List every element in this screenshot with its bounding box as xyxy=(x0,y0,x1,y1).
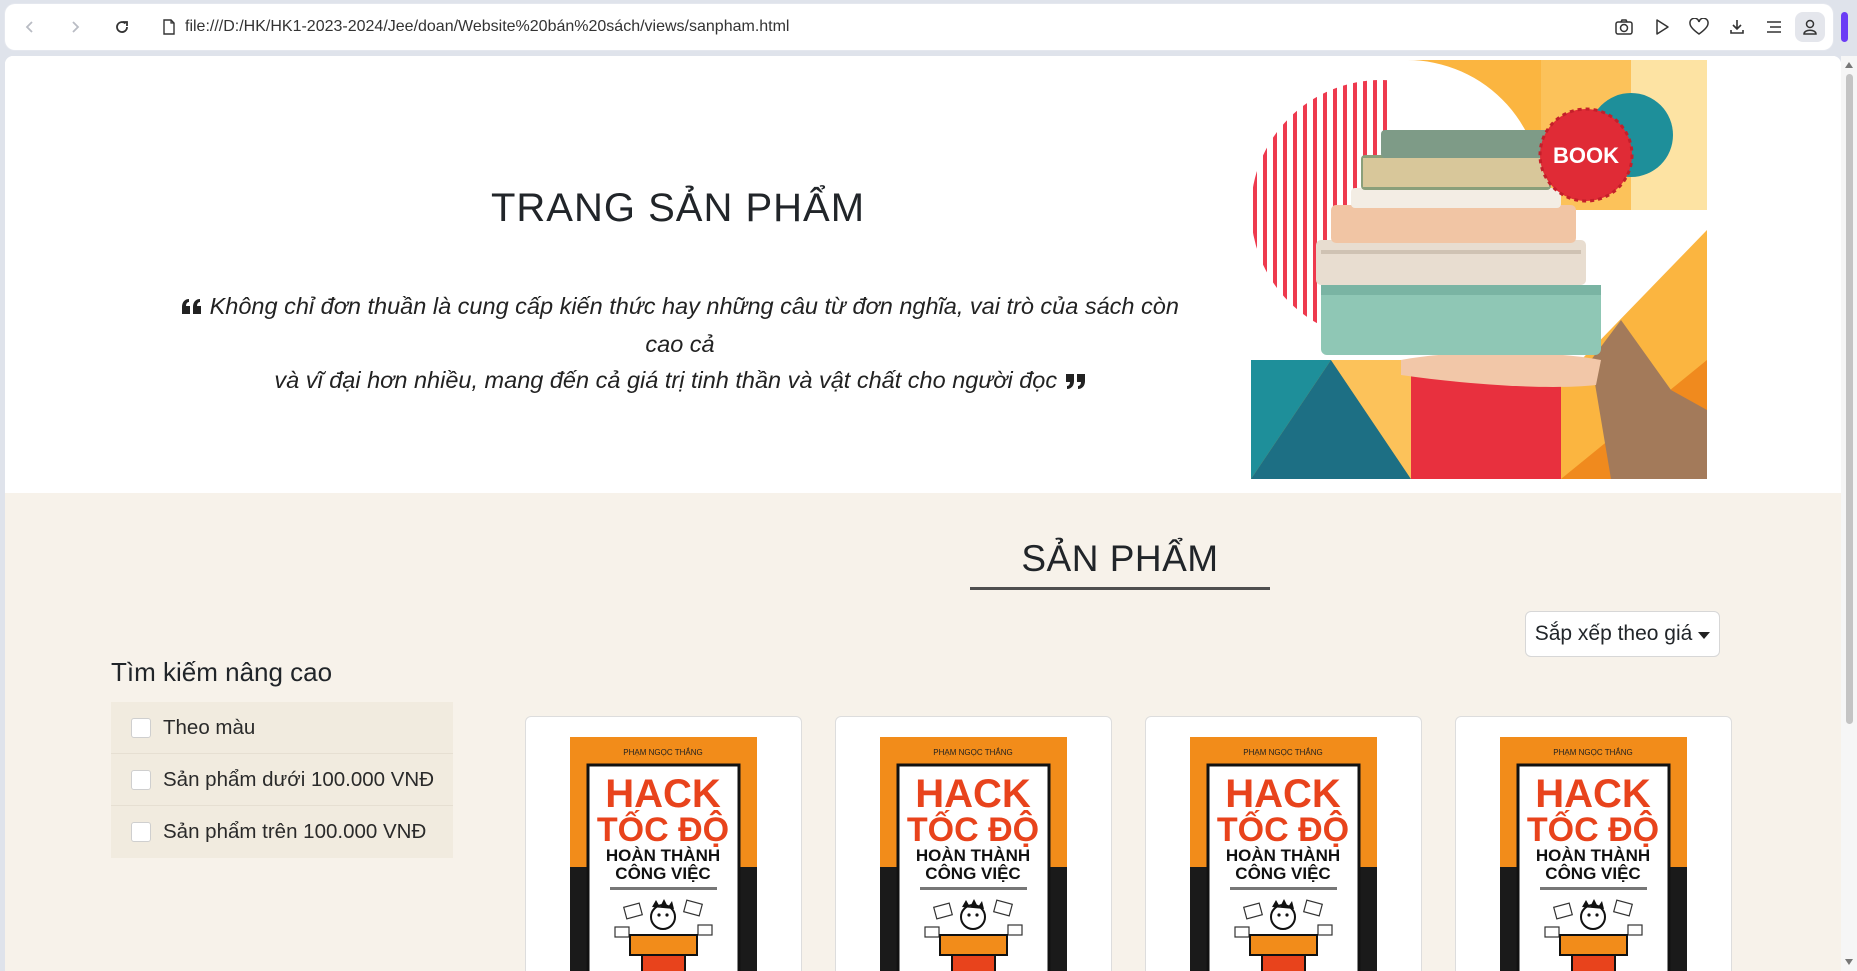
page-viewport: TRANG SẢN PHẨM Không chỉ đơn thuần là cu… xyxy=(5,56,1841,971)
filter-label: Sản phẩm trên 100.000 VNĐ xyxy=(163,820,427,843)
product-card[interactable] xyxy=(835,716,1112,971)
heart-icon[interactable] xyxy=(1687,15,1711,39)
book-badge: BOOK xyxy=(1538,107,1634,203)
sort-by-price-dropdown[interactable]: Sắp xếp theo giá xyxy=(1525,611,1720,657)
book-cover-image xyxy=(570,737,757,971)
filter-label: Theo màu xyxy=(163,715,256,739)
download-icon[interactable] xyxy=(1725,15,1749,39)
products-section: SẢN PHẨM Sắp xếp theo giá Tìm kiếm nâng … xyxy=(5,493,1841,971)
file-icon xyxy=(157,15,181,39)
scroll-down-icon[interactable] xyxy=(1845,959,1853,965)
advanced-search-title: Tìm kiếm nâng cao xyxy=(111,657,333,687)
filter-list: Theo màu Sản phẩm dưới 100.000 VNĐ Sản p… xyxy=(111,702,453,858)
quote-right-icon xyxy=(1064,364,1086,400)
quote-left-icon xyxy=(181,290,203,326)
filter-label: Sản phẩm dưới 100.000 VNĐ xyxy=(163,767,435,791)
filter-over-100k[interactable]: Sản phẩm trên 100.000 VNĐ xyxy=(111,806,453,858)
scroll-up-icon[interactable] xyxy=(1845,62,1853,68)
browser-toolbar: file:///D:/HK/HK1-2023-2024/Jee/doan/Web… xyxy=(5,4,1833,50)
hero-book-illustration: BOOK xyxy=(1251,60,1707,479)
back-icon[interactable] xyxy=(18,15,42,39)
quote-line-2: và vĩ đại hơn nhiều, mang đến cả giá trị… xyxy=(274,366,1058,393)
page-title: TRANG SẢN PHẨM xyxy=(490,186,866,230)
quote-line-1: Không chỉ đơn thuần là cung cấp kiến thứ… xyxy=(209,293,1179,357)
scrollbar-thumb[interactable] xyxy=(1846,74,1853,724)
filter-under-100k[interactable]: Sản phẩm dưới 100.000 VNĐ xyxy=(111,754,453,806)
filter-checkbox[interactable] xyxy=(131,822,151,842)
hero-quote: Không chỉ đơn thuần là cung cấp kiến thứ… xyxy=(175,288,1185,400)
filter-by-color[interactable]: Theo màu xyxy=(111,702,453,754)
vertical-scrollbar[interactable] xyxy=(1841,56,1857,971)
send-icon[interactable] xyxy=(1650,15,1674,39)
product-card[interactable] xyxy=(1455,716,1732,971)
menu-lines-icon[interactable] xyxy=(1762,15,1786,39)
section-underline xyxy=(970,587,1270,590)
camera-icon[interactable] xyxy=(1612,15,1636,39)
book-cover-image xyxy=(880,737,1067,971)
book-cover-image xyxy=(1500,737,1687,971)
reload-icon[interactable] xyxy=(110,15,134,39)
filter-checkbox[interactable] xyxy=(131,769,151,790)
chevron-down-icon xyxy=(1698,631,1711,639)
book-badge-text: BOOK xyxy=(1553,143,1619,168)
address-bar[interactable]: file:///D:/HK/HK1-2023-2024/Jee/doan/Web… xyxy=(185,18,789,36)
section-title: SẢN PHẨM xyxy=(1021,538,1219,579)
filter-checkbox[interactable] xyxy=(131,717,151,738)
book-cover-image xyxy=(1190,737,1377,971)
hero-section: TRANG SẢN PHẨM Không chỉ đơn thuần là cu… xyxy=(5,56,1841,493)
product-card[interactable] xyxy=(525,716,802,971)
forward-icon[interactable] xyxy=(63,15,87,39)
profile-icon[interactable] xyxy=(1795,12,1825,42)
sort-label: Sắp xếp theo giá xyxy=(1534,622,1693,645)
product-card[interactable] xyxy=(1145,716,1422,971)
sidebar-toggle-indicator[interactable] xyxy=(1841,12,1848,42)
